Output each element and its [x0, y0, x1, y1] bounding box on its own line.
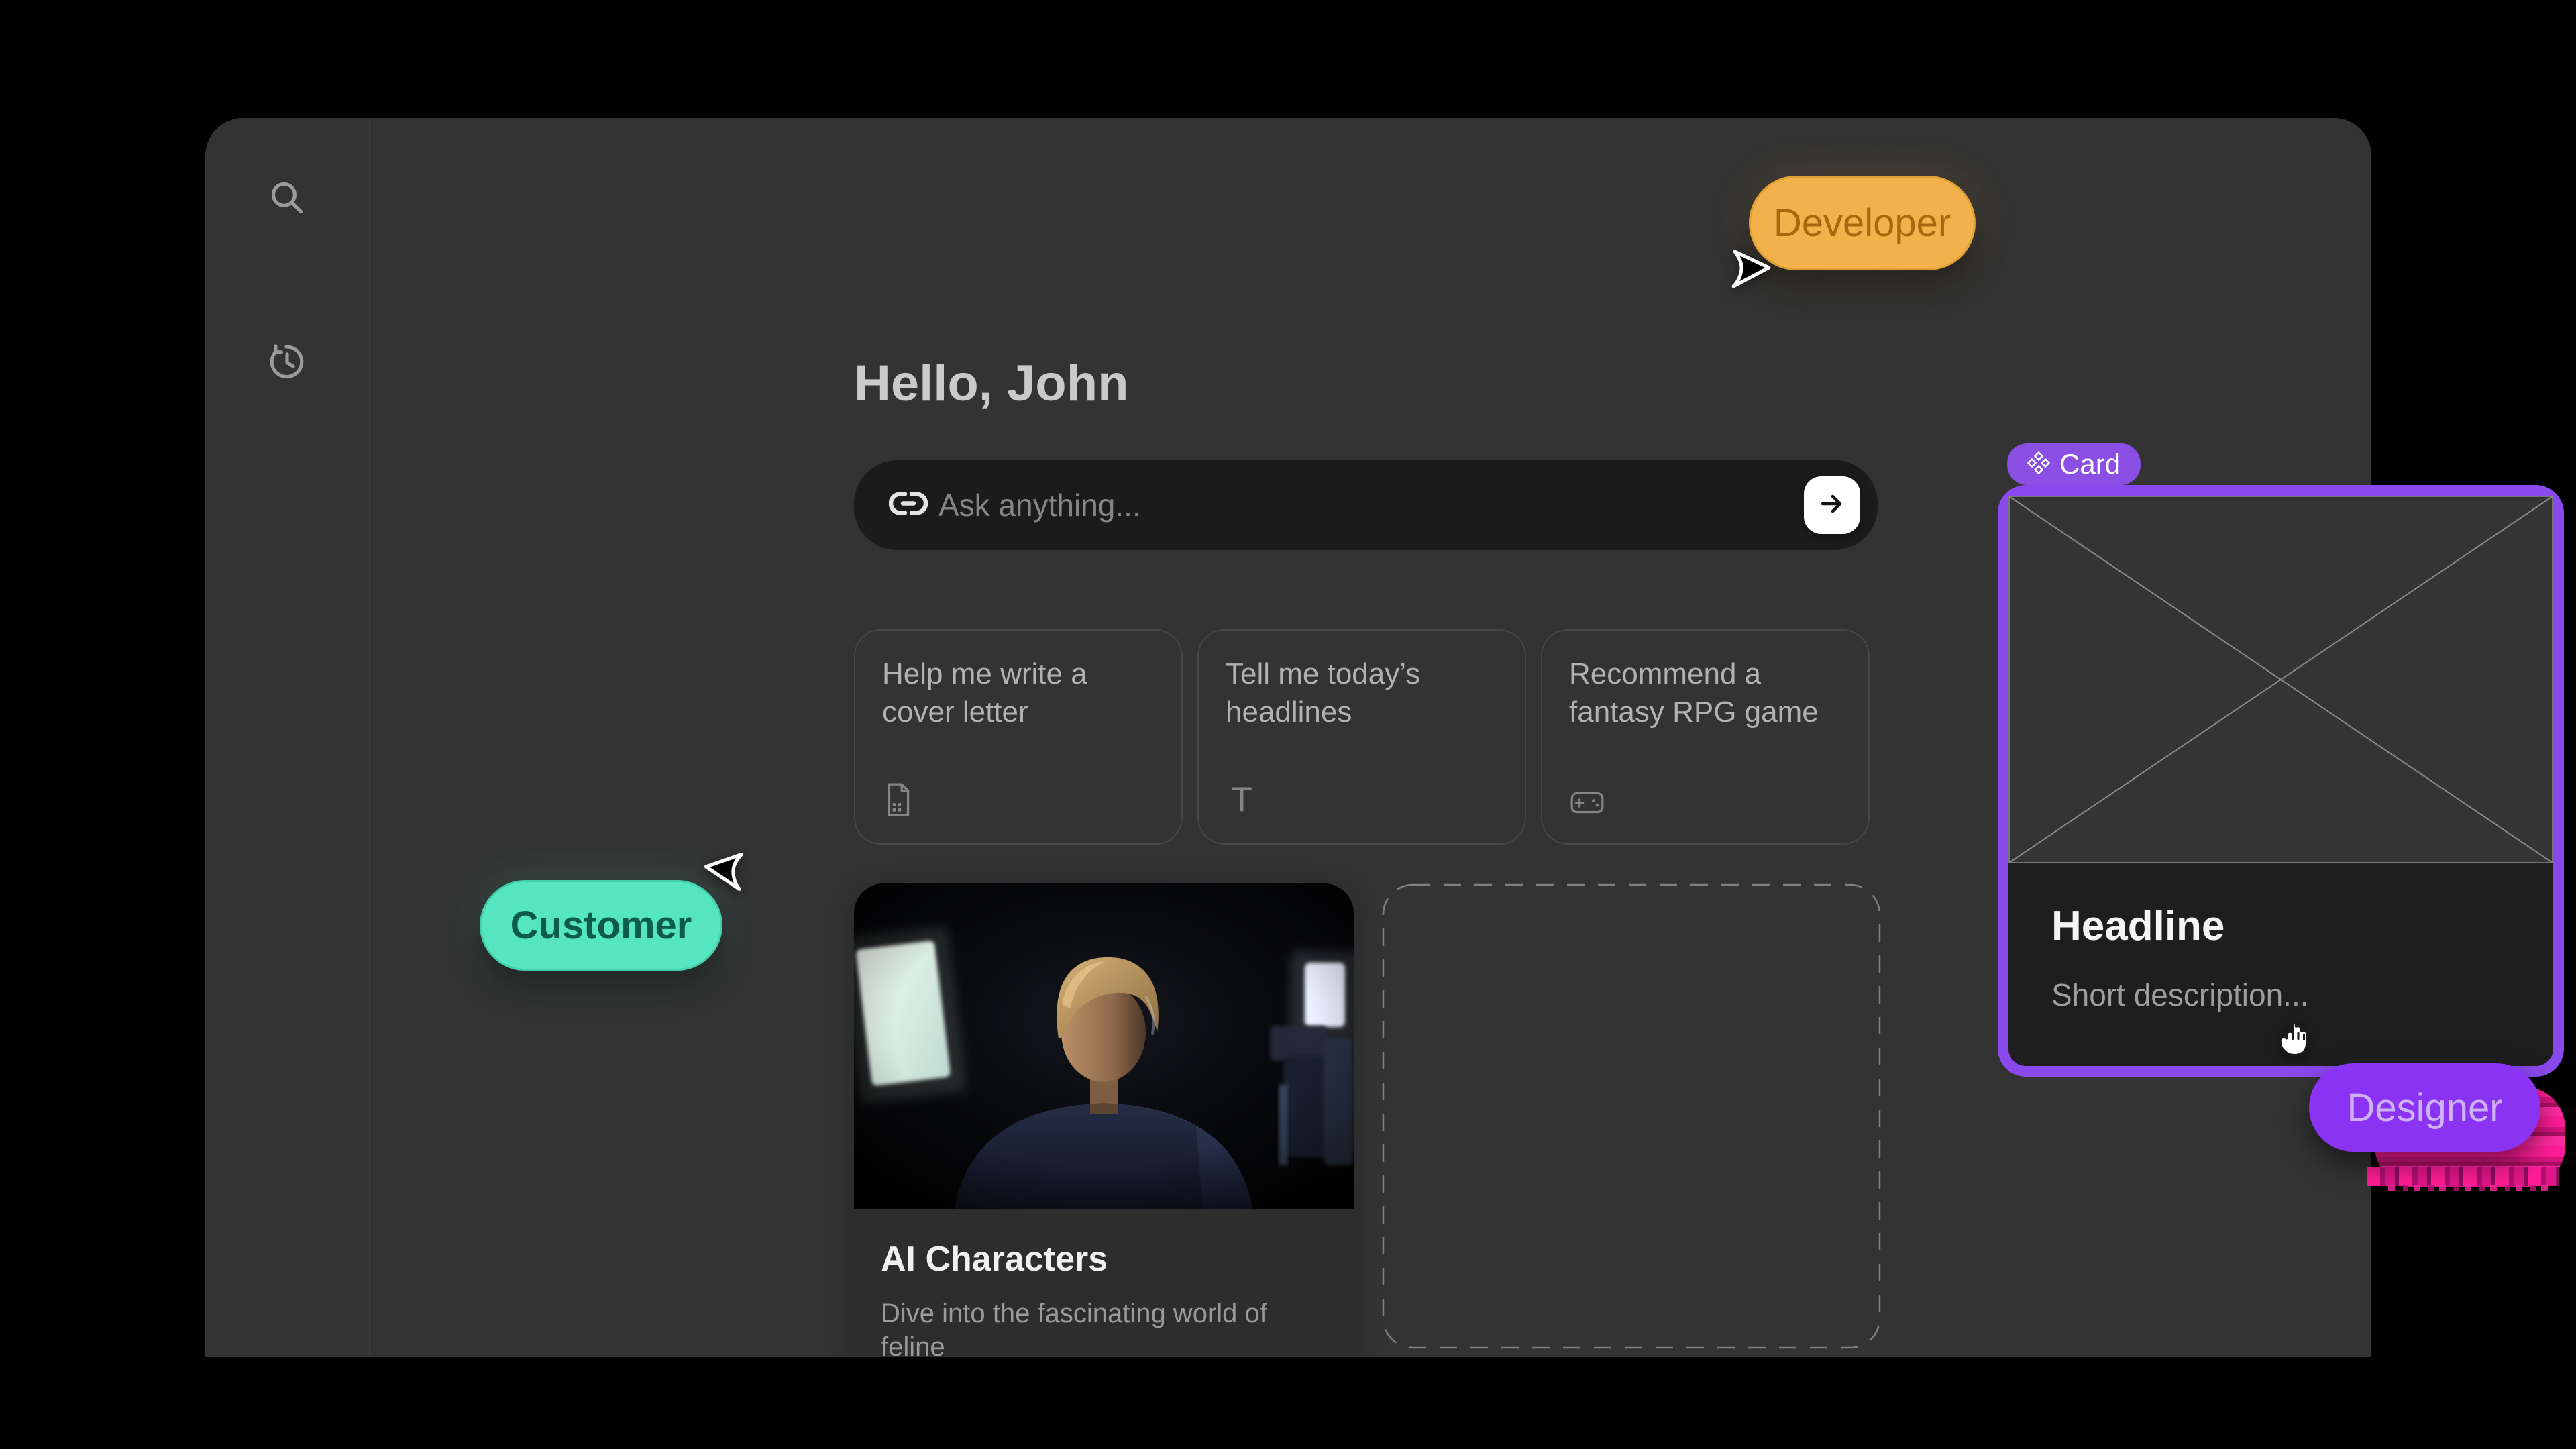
pink-glitch-streak-2: [2388, 1185, 2549, 1191]
page-title: Hello, John: [854, 354, 1129, 413]
component-tag[interactable]: Card: [2007, 443, 2141, 485]
pink-glitch-streak: [2367, 1167, 2559, 1186]
grab-hand-cursor-icon: [2275, 1017, 2321, 1063]
customer-cursor-icon: [701, 849, 748, 892]
document-icon: [882, 782, 914, 820]
developer-cursor-icon: [1729, 250, 1772, 288]
canvas: Hello, John Hel: [0, 0, 2576, 1449]
ask-input[interactable]: [937, 460, 1709, 550]
ask-bar[interactable]: [854, 460, 1878, 550]
empty-card-slot[interactable]: [1382, 883, 1881, 1349]
component-description: Short description...: [2051, 977, 2510, 1013]
suggestion-label: Tell me today’s headlines: [1226, 655, 1487, 731]
component-tag-label: Card: [2059, 448, 2121, 480]
image-placeholder: [2008, 496, 2553, 863]
sidebar-divider: [369, 118, 370, 1357]
article-description: Dive into the fascinating world of felin…: [881, 1297, 1327, 1357]
link-icon[interactable]: [889, 491, 928, 520]
cursor-label-designer: Designer: [2309, 1063, 2540, 1152]
search-button[interactable]: [263, 174, 311, 223]
history-icon: [266, 339, 309, 382]
text-icon: T: [1226, 782, 1258, 820]
suggestion-card-cover-letter[interactable]: Help me write a cover letter: [854, 629, 1183, 845]
gamepad-icon: [1569, 788, 1605, 820]
article-title: AI Characters: [881, 1239, 1327, 1279]
article-caption: AI Characters Dive into the fascinating …: [854, 1212, 1354, 1357]
article-image: [854, 883, 1354, 1212]
send-button[interactable]: [1804, 476, 1860, 534]
component-icon: [2027, 451, 2050, 478]
arrow-right-icon: [1819, 490, 1845, 521]
suggestion-label: Recommend a fantasy RPG game: [1569, 655, 1831, 731]
suggestion-card-rpg-game[interactable]: Recommend a fantasy RPG game: [1541, 629, 1870, 845]
history-button[interactable]: [263, 336, 311, 384]
suggestion-label: Help me write a cover letter: [882, 655, 1144, 731]
cursor-label-customer: Customer: [480, 880, 722, 971]
article-card[interactable]: AI Characters Dive into the fascinating …: [854, 883, 1354, 1357]
svg-text:T: T: [1231, 782, 1252, 817]
cursor-label-developer: Developer: [1749, 176, 1976, 270]
suggestion-card-headlines[interactable]: Tell me today’s headlines T: [1197, 629, 1526, 845]
component-card[interactable]: Headline Short description...: [1998, 485, 2564, 1077]
component-headline: Headline: [2051, 902, 2510, 950]
search-icon: [266, 177, 309, 220]
